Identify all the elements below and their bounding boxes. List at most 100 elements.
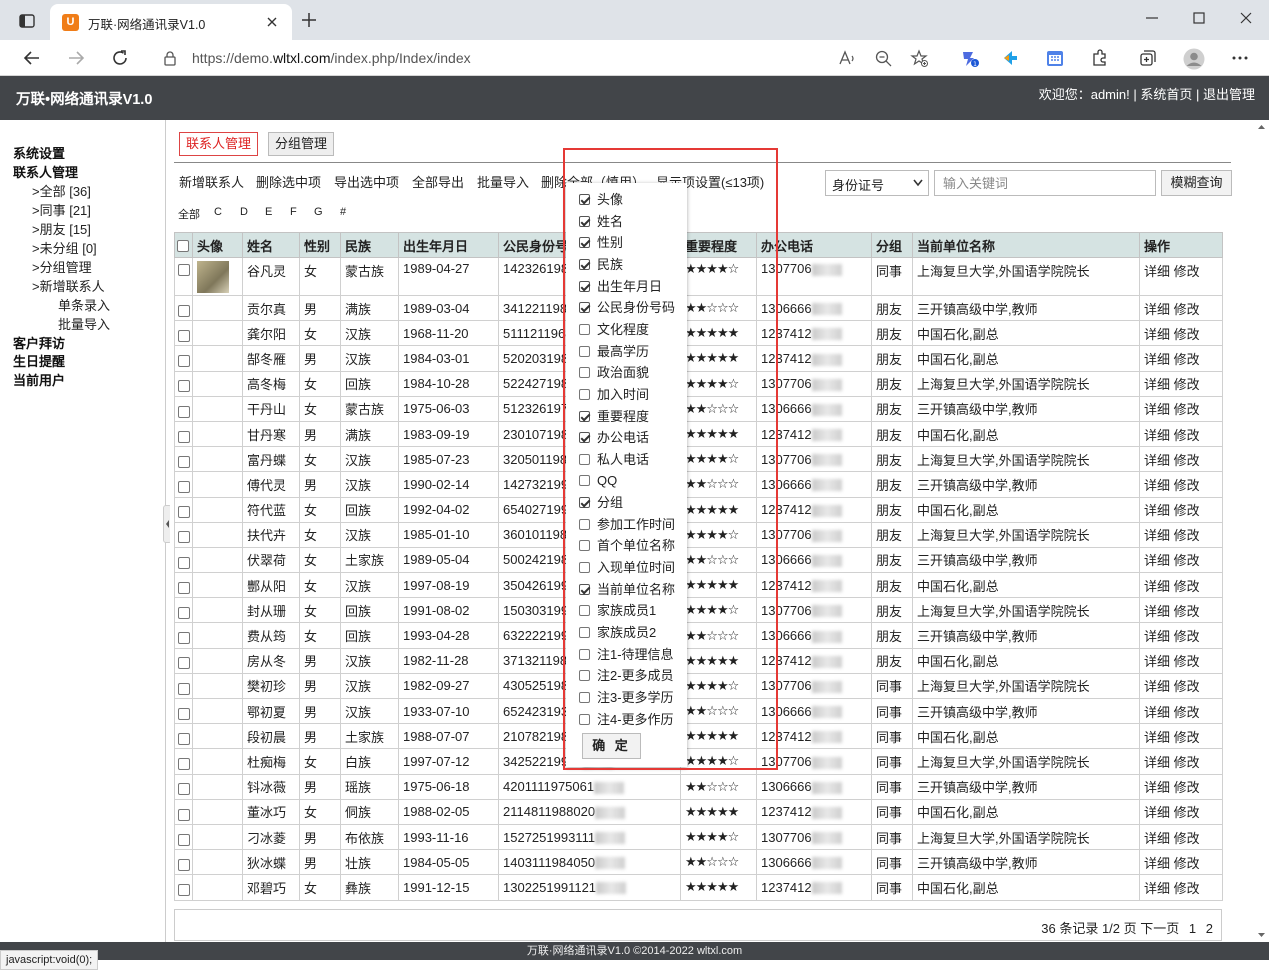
delete-selected-link[interactable]: 删除选中项: [256, 172, 321, 191]
select-all-checkbox[interactable]: [177, 240, 189, 253]
alpha-filter-f[interactable]: F: [290, 206, 297, 218]
extension-clipper-icon[interactable]: 1: [960, 48, 980, 68]
detail-link[interactable]: 详细: [1144, 428, 1170, 443]
column-option-checkbox[interactable]: [579, 302, 590, 314]
sidebar-item-current-user[interactable]: 当前用户: [13, 370, 65, 389]
column-option-checkbox[interactable]: [579, 367, 590, 379]
tab-close-icon[interactable]: [264, 14, 280, 30]
edit-link[interactable]: 修改: [1174, 805, 1200, 820]
alpha-filter-other[interactable]: #: [340, 206, 346, 218]
scroll-down-icon[interactable]: [1254, 928, 1269, 942]
logout-link[interactable]: 退出管理: [1203, 87, 1255, 102]
export-selected-link[interactable]: 导出选中项: [334, 172, 399, 191]
maximize-icon[interactable]: [1189, 8, 1209, 28]
row-checkbox[interactable]: [178, 783, 190, 796]
export-all-link[interactable]: 全部导出: [412, 172, 464, 191]
scroll-up-icon[interactable]: [1254, 120, 1269, 134]
column-option-checkbox[interactable]: [579, 194, 590, 205]
column-option-checkbox[interactable]: [579, 258, 590, 270]
row-checkbox[interactable]: [178, 455, 190, 468]
edit-link[interactable]: 修改: [1174, 453, 1200, 468]
column-option-checkbox[interactable]: [579, 410, 590, 422]
edit-link[interactable]: 修改: [1174, 755, 1200, 770]
column-option-checkbox[interactable]: [579, 475, 590, 487]
column-header[interactable]: 头像: [192, 232, 243, 258]
edit-link[interactable]: 修改: [1174, 377, 1200, 392]
url-bar[interactable]: https://demo.wltxl.com/index.php/Index/i…: [150, 43, 940, 73]
row-checkbox[interactable]: [178, 355, 190, 368]
column-header[interactable]: 出生年月日: [398, 232, 499, 258]
detail-link[interactable]: 详细: [1144, 755, 1170, 770]
edit-link[interactable]: 修改: [1174, 352, 1200, 367]
column-option-checkbox[interactable]: [579, 540, 590, 552]
collections-icon[interactable]: [1138, 48, 1158, 68]
edit-link[interactable]: 修改: [1174, 528, 1200, 543]
column-option-checkbox[interactable]: [579, 670, 590, 682]
edit-link[interactable]: 修改: [1174, 831, 1200, 846]
column-option-checkbox[interactable]: [579, 518, 590, 530]
column-option-checkbox[interactable]: [579, 648, 590, 660]
row-checkbox[interactable]: [178, 884, 190, 897]
row-checkbox[interactable]: [178, 657, 190, 670]
edit-link[interactable]: 修改: [1174, 629, 1200, 644]
row-checkbox[interactable]: [178, 405, 190, 418]
column-option-checkbox[interactable]: [579, 583, 590, 595]
next-page-link[interactable]: 下一页: [1140, 921, 1179, 936]
sidebar-item-customer-visits[interactable]: 客户拜访: [13, 333, 65, 352]
edit-link[interactable]: 修改: [1174, 705, 1200, 720]
column-header[interactable]: 姓名: [242, 232, 300, 258]
column-option-checkbox[interactable]: [579, 215, 590, 227]
column-option-checkbox[interactable]: [579, 713, 590, 725]
detail-link[interactable]: 详细: [1144, 705, 1170, 720]
confirm-button[interactable]: 确 定: [582, 733, 641, 759]
sidebar-item-colleagues[interactable]: >同事 [21]: [32, 200, 91, 219]
alpha-filter-g[interactable]: G: [314, 206, 323, 218]
sidebar-item-all[interactable]: >全部 [36]: [32, 181, 91, 200]
detail-link[interactable]: 详细: [1144, 377, 1170, 392]
column-option-checkbox[interactable]: [579, 280, 590, 292]
browser-tab-active[interactable]: U 万联·网络通讯录V1.0: [50, 4, 292, 40]
tab-contact-management[interactable]: 联系人管理: [179, 132, 259, 156]
detail-link[interactable]: 详细: [1144, 327, 1170, 342]
sidebar-item-single-entry[interactable]: 单条录入: [58, 295, 110, 314]
edit-link[interactable]: 修改: [1174, 780, 1200, 795]
edit-link[interactable]: 修改: [1174, 402, 1200, 417]
column-option-checkbox[interactable]: [579, 627, 590, 638]
search-field-select[interactable]: 身份证号: [825, 170, 929, 196]
detail-link[interactable]: 详细: [1144, 453, 1170, 468]
row-checkbox[interactable]: [178, 581, 190, 594]
column-option-checkbox[interactable]: [579, 691, 590, 703]
alpha-filter-c[interactable]: C: [214, 206, 222, 218]
tab-group-management[interactable]: 分组管理: [268, 132, 335, 156]
avatar[interactable]: [197, 261, 229, 293]
sidebar-item-birthday-reminder[interactable]: 生日提醒: [13, 351, 65, 370]
edit-link[interactable]: 修改: [1174, 503, 1200, 518]
sidebar-item-new-contact[interactable]: >新增联系人: [32, 276, 105, 295]
detail-link[interactable]: 详细: [1144, 856, 1170, 871]
column-option-checkbox[interactable]: [579, 323, 590, 335]
edit-link[interactable]: 修改: [1174, 553, 1200, 568]
window-close-icon[interactable]: [1236, 8, 1256, 28]
tab-actions-icon[interactable]: [10, 10, 44, 32]
detail-link[interactable]: 详细: [1144, 402, 1170, 417]
edit-link[interactable]: 修改: [1174, 478, 1200, 493]
detail-link[interactable]: 详细: [1144, 478, 1170, 493]
minimize-icon[interactable]: [1142, 8, 1162, 28]
detail-link[interactable]: 详细: [1144, 654, 1170, 669]
column-option-checkbox[interactable]: [579, 345, 590, 357]
row-checkbox[interactable]: [178, 808, 190, 821]
sidebar-item-group-management[interactable]: >分组管理: [32, 257, 92, 276]
read-aloud-icon[interactable]: [838, 49, 857, 68]
column-header[interactable]: 性别: [299, 232, 341, 258]
extension-arrow-icon[interactable]: [1000, 48, 1020, 68]
row-checkbox[interactable]: [178, 682, 190, 695]
detail-link[interactable]: 详细: [1144, 679, 1170, 694]
column-header[interactable]: 分组: [871, 232, 913, 258]
detail-link[interactable]: 详细: [1144, 553, 1170, 568]
alpha-filter-all[interactable]: 全部: [178, 206, 200, 222]
search-input[interactable]: [934, 170, 1156, 196]
alpha-filter-e[interactable]: E: [265, 206, 272, 218]
sidebar-item-contact-management[interactable]: 联系人管理: [13, 162, 78, 181]
detail-link[interactable]: 详细: [1144, 629, 1170, 644]
more-menu-icon[interactable]: [1230, 48, 1250, 68]
